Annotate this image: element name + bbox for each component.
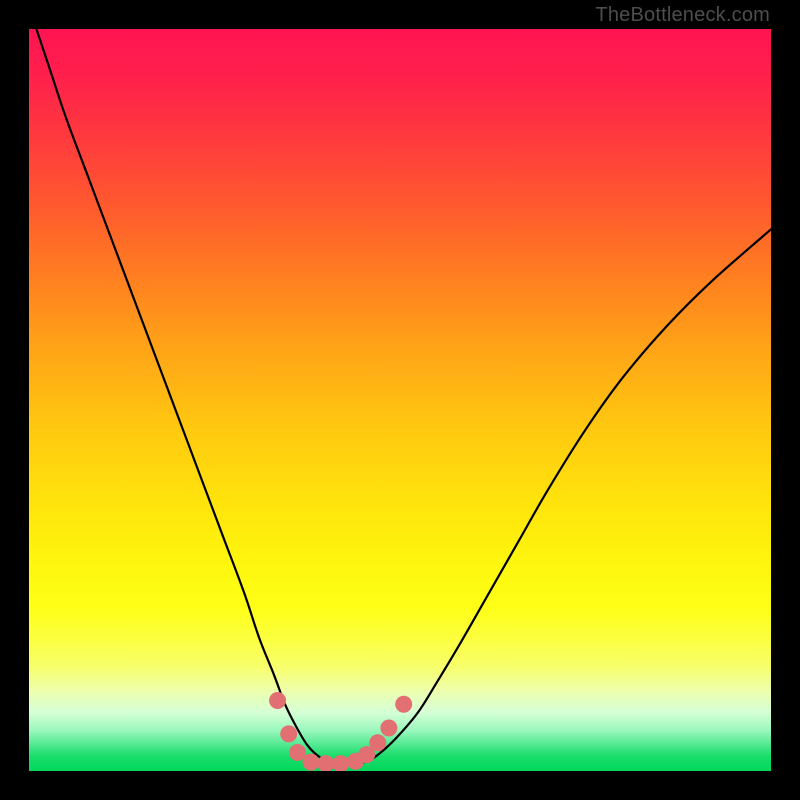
curve-marker [395,696,412,713]
curve-markers [269,692,412,771]
chart-frame: TheBottleneck.com [0,0,800,800]
watermark-text: TheBottleneck.com [595,4,770,27]
plot-area [29,29,771,771]
curve-layer [29,29,771,771]
curve-marker [369,734,386,751]
curve-marker [302,754,319,771]
curve-marker [269,692,286,709]
bottleneck-curve [36,29,771,764]
curve-marker [332,755,349,771]
curve-marker [280,725,297,742]
curve-marker [380,719,397,736]
